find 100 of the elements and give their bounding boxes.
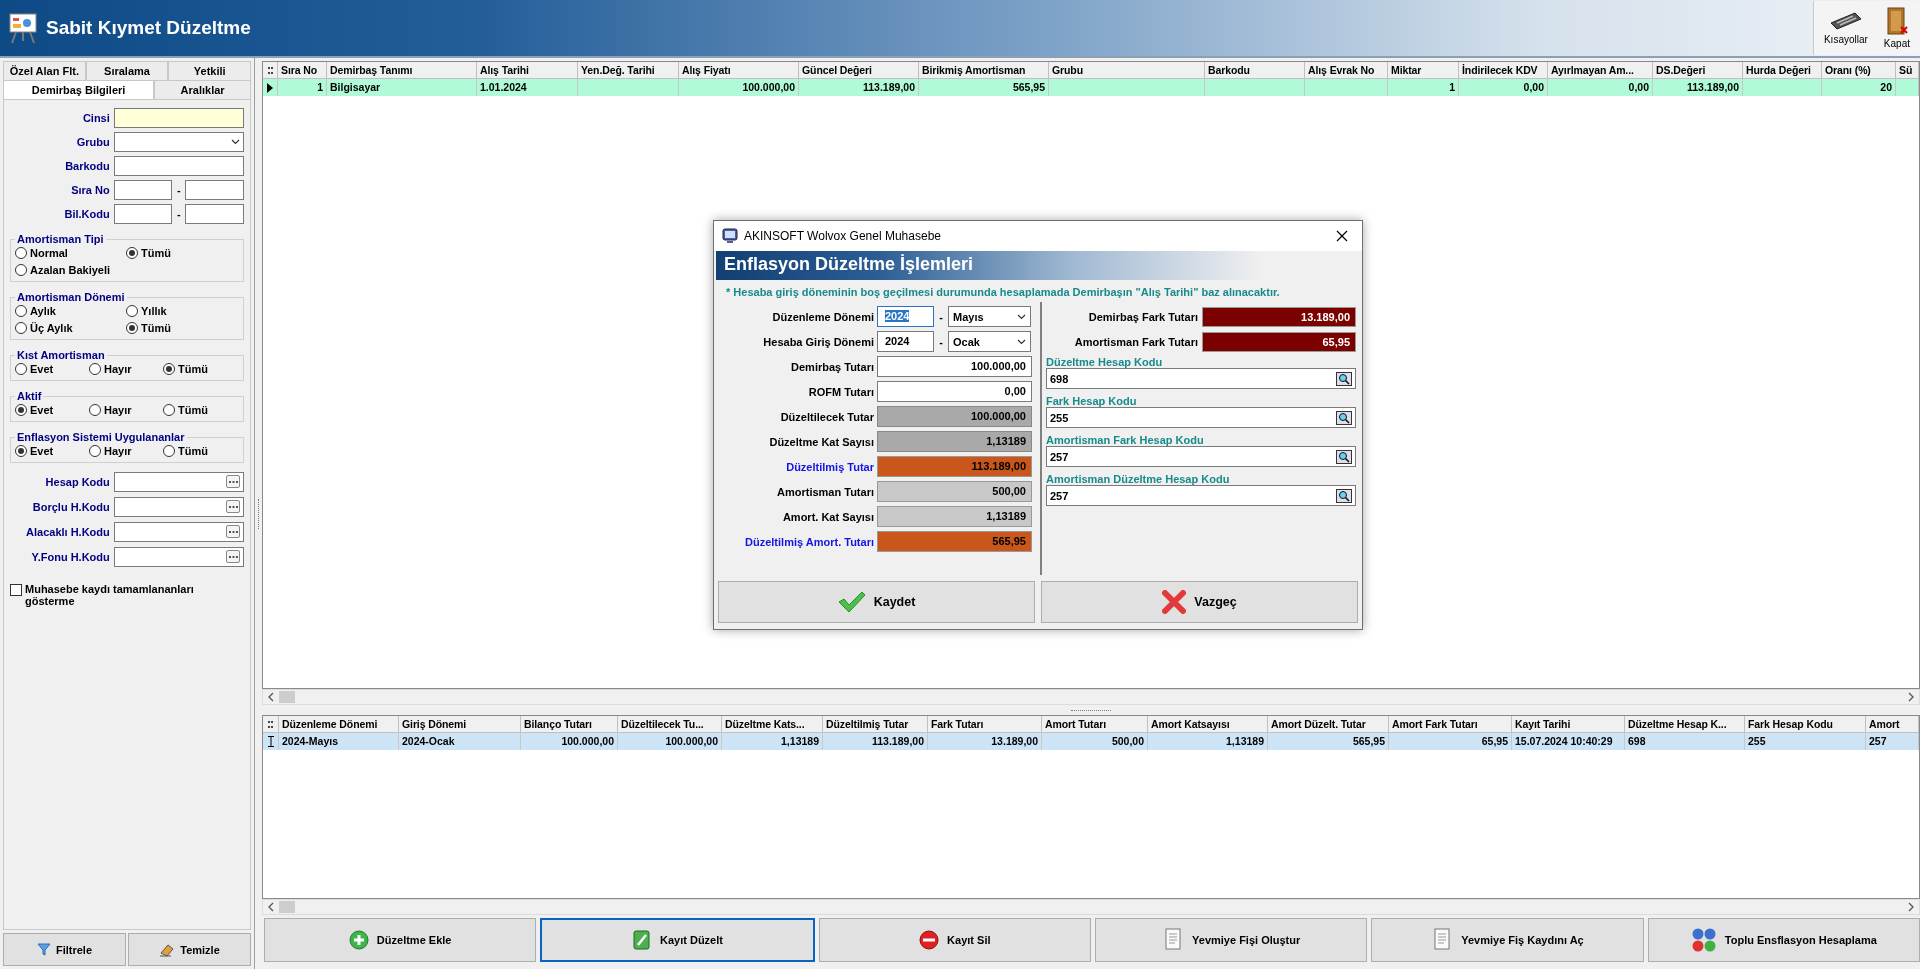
month-dropdown[interactable]: Ocak <box>948 331 1031 352</box>
column-header[interactable]: DS.Değeri <box>1656 64 1706 76</box>
column-header[interactable]: Hurda Değeri <box>1746 64 1811 76</box>
tab[interactable]: Yetkili <box>168 61 251 80</box>
column-header[interactable]: Düzenleme Dönemi <box>282 718 378 730</box>
radio-option[interactable]: Azalan Bakiyeli <box>15 264 126 276</box>
table-row[interactable]: 2024-Mayıs 2024-Ocak 100.000,00 100.000,00 1,13189 113.189,00 13.189,00 500,00 1,13189 565,95 65,95 15.07.2024 10:40:29 698 255 257 <box>263 733 1919 750</box>
lookup-field[interactable] <box>113 496 244 517</box>
column-header[interactable]: Düzeltilmiş Tutar <box>826 718 909 730</box>
radio-option[interactable]: Üç Aylık <box>15 322 126 334</box>
column-header[interactable]: Grubu <box>1052 64 1083 76</box>
text-field[interactable] <box>185 204 244 224</box>
amount-field[interactable]: 100.000,00 <box>877 356 1032 377</box>
radio-option[interactable]: Hayır <box>89 363 163 375</box>
browse-button[interactable] <box>226 525 240 538</box>
column-header[interactable]: Amort Fark Tutarı <box>1392 718 1478 730</box>
cancel-button[interactable]: Vazgeç <box>1041 581 1358 623</box>
checkbox[interactable]: Muhasebe kaydı tamamlananları gösterme <box>10 583 244 607</box>
filter-button[interactable]: Filtrele <box>3 933 126 966</box>
account-field[interactable]: 257 <box>1046 485 1356 506</box>
tab[interactable]: Aralıklar <box>154 80 251 99</box>
text-field[interactable] <box>113 156 244 176</box>
month-dropdown[interactable]: Mayıs <box>948 306 1031 327</box>
column-header[interactable]: Barkodu <box>1208 64 1250 76</box>
tab[interactable]: Özel Alan Flt. <box>3 61 86 80</box>
scroll-thumb[interactable] <box>279 691 295 703</box>
lookup-button[interactable] <box>1336 410 1352 425</box>
radio-option[interactable]: Hayır <box>89 404 163 416</box>
action-button[interactable]: Kayıt Düzelt <box>540 918 815 962</box>
column-header[interactable]: Ayırlmayan Am... <box>1551 64 1634 76</box>
lookup-button[interactable] <box>1336 488 1352 503</box>
column-header[interactable]: Amort Tutarı <box>1045 718 1107 730</box>
tab[interactable]: Demirbaş Bilgileri <box>3 80 155 99</box>
radio-option[interactable]: Evet <box>15 363 89 375</box>
tab[interactable]: Sıralama <box>85 61 169 80</box>
column-header[interactable]: Alış Evrak No <box>1308 64 1375 76</box>
radio-option[interactable]: Hayır <box>89 445 163 457</box>
lookup-field[interactable] <box>113 546 244 567</box>
radio-option[interactable]: Tümü <box>126 322 237 334</box>
browse-button[interactable] <box>226 500 240 513</box>
scroll-thumb[interactable] <box>279 901 295 913</box>
column-header[interactable]: Demirbaş Tanımı <box>330 64 413 76</box>
action-button[interactable]: Yevmiye Fişi Oluştur <box>1095 918 1368 962</box>
dropdown-field[interactable] <box>113 132 244 152</box>
horizontal-scrollbar[interactable] <box>262 899 1920 915</box>
account-field[interactable]: 698 <box>1046 368 1356 389</box>
lookup-field[interactable] <box>113 471 244 492</box>
lookup-button[interactable] <box>1336 371 1352 386</box>
column-header[interactable]: Miktar <box>1391 64 1422 76</box>
radio-option[interactable]: Evet <box>15 404 89 416</box>
year-field[interactable]: 2024 <box>877 306 934 327</box>
toolbar-button[interactable]: Kapat <box>1879 3 1914 53</box>
column-header[interactable]: Amort Katsayısı <box>1151 718 1230 730</box>
action-button[interactable]: Düzeltme Ekle <box>264 918 537 962</box>
column-header[interactable]: Fark Tutarı <box>931 718 984 730</box>
column-header[interactable]: Yen.Değ. Tarihi <box>581 64 655 76</box>
radio-option[interactable]: Yıllık <box>126 305 237 317</box>
lookup-button[interactable] <box>1336 449 1352 464</box>
column-header[interactable]: Düzeltme Kats... <box>725 718 805 730</box>
table-row[interactable]: 1 Bilgisayar 1.01.2024 100.000,00 113.189,00 565,95 1 0,00 0,00 113.189,00 20 <box>263 79 1919 96</box>
column-header[interactable]: Giriş Dönemi <box>402 718 467 730</box>
radio-option[interactable]: Evet <box>15 445 89 457</box>
year-field[interactable]: 2024 <box>877 331 934 352</box>
column-header[interactable]: Oranı (%) <box>1825 64 1871 76</box>
column-header[interactable]: Birikmiş Amortisman <box>922 64 1026 76</box>
radio-option[interactable]: Normal <box>15 247 126 259</box>
column-header[interactable]: Güncel Değeri <box>802 64 872 76</box>
radio-option[interactable]: Aylık <box>15 305 126 317</box>
account-field[interactable]: 255 <box>1046 407 1356 428</box>
browse-button[interactable] <box>226 550 240 563</box>
radio-option[interactable]: Tümü <box>126 247 237 259</box>
toolbar-button[interactable]: Kısayollar <box>1819 3 1872 53</box>
radio-option[interactable]: Tümü <box>163 445 237 457</box>
text-field[interactable] <box>113 180 173 200</box>
column-header[interactable]: Düzeltilecek Tu... <box>621 718 704 730</box>
clear-button[interactable]: Temizle <box>128 933 251 966</box>
column-header[interactable]: Fark Hesap Kodu <box>1748 718 1833 730</box>
text-field[interactable] <box>113 204 173 224</box>
action-button[interactable]: Kayıt Sil <box>818 918 1091 962</box>
column-header[interactable]: Amort <box>1869 718 1900 730</box>
save-button[interactable]: Kaydet <box>718 581 1035 623</box>
column-header[interactable]: Alış Fiyatı <box>682 64 731 76</box>
column-header[interactable]: Düzeltme Hesap K... <box>1628 718 1727 730</box>
radio-option[interactable]: Tümü <box>163 404 237 416</box>
column-header[interactable]: Sü <box>1899 64 1913 76</box>
browse-button[interactable] <box>226 475 240 488</box>
text-field[interactable] <box>185 180 244 200</box>
column-header[interactable]: Kayıt Tarihi <box>1515 718 1571 730</box>
column-header[interactable]: Alış Tarihi <box>480 64 529 76</box>
column-header[interactable]: Sıra No <box>281 64 318 76</box>
radio-option[interactable]: Tümü <box>163 363 237 375</box>
action-button[interactable]: Toplu Ensflasyon Hesaplama <box>1647 918 1920 962</box>
column-header[interactable]: Bilanço Tutarı <box>524 718 592 730</box>
horizontal-scrollbar[interactable] <box>262 689 1920 705</box>
column-header[interactable]: İndirilecek KDV <box>1462 64 1538 76</box>
action-button[interactable]: Yevmiye Fiş Kaydını Aç <box>1371 918 1644 962</box>
account-field[interactable]: 257 <box>1046 446 1356 467</box>
lookup-field[interactable] <box>113 521 244 542</box>
amount-field[interactable]: 0,00 <box>877 381 1032 402</box>
column-header[interactable]: Amort Düzelt. Tutar <box>1271 718 1366 730</box>
